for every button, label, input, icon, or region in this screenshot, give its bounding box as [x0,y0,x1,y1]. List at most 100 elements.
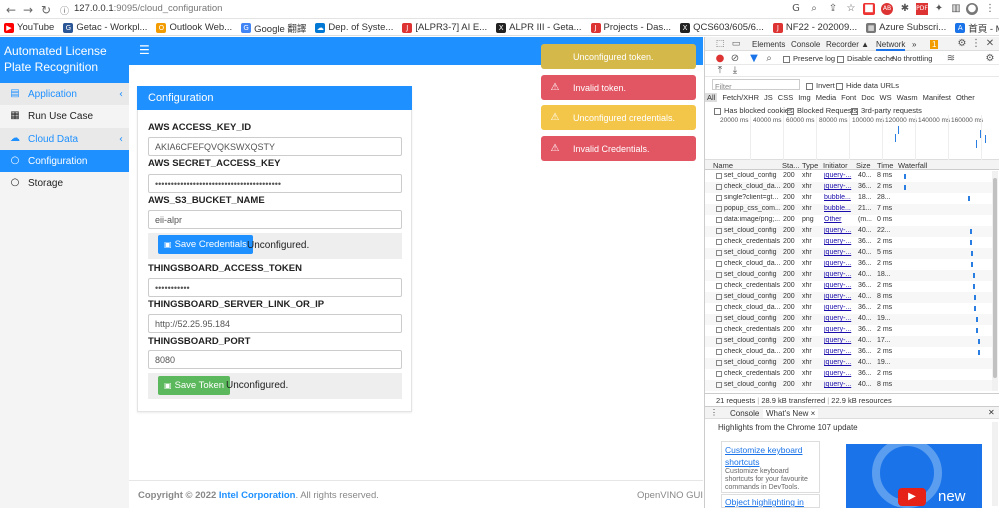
cell-initiator[interactable]: bubble... [824,194,856,201]
cell-initiator[interactable]: jquery-... [824,271,856,278]
whats-new-card-title[interactable]: Customize keyboard shortcuts [725,444,816,468]
table-row[interactable]: set_cloud_config 200 xhr jquery-... 40... 19.… [705,314,992,325]
col-initiator[interactable]: Initiator [823,161,848,170]
bookmark-item[interactable]: J NF22 - 202009... [772,19,857,35]
bookmark-item[interactable]: O Outlook Web... [156,19,232,35]
scrollbar-thumb[interactable] [993,178,997,378]
table-row[interactable]: single?client=gt... 200 xhr bubble... 18... 2… [705,193,992,204]
cell-initiator[interactable]: jquery-... [824,359,856,366]
type-filter-wasm[interactable]: Wasm [897,93,918,102]
nav-cloud-data[interactable]: ☁ Cloud Data ‹ [0,128,129,150]
company-link[interactable]: Intel Corporation [219,490,296,501]
type-filter-ws[interactable]: WS [880,93,892,102]
cell-initiator[interactable]: jquery-... [824,370,856,377]
type-filter-other[interactable]: Other [956,93,975,102]
table-row[interactable]: set_cloud_config 200 xhr jquery-... 40... 18.… [705,270,992,281]
table-row[interactable]: set_cloud_config 200 xhr jquery-... 40... 17.… [705,336,992,347]
close-icon[interactable]: ✕ [984,38,996,50]
preserve-log-checkbox[interactable]: Preserve log [783,54,835,63]
zoom-icon[interactable]: ⌕ [808,3,820,15]
cell-initiator[interactable]: jquery-... [824,304,856,311]
bookmark-item[interactable]: A首頁 - Microso... [955,19,999,35]
nav-configuration[interactable]: ○ Configuration [0,150,129,172]
type-filter-manifest[interactable]: Manifest [923,93,951,102]
type-filter-img[interactable]: Img [798,93,811,102]
devtools-tab-more[interactable]: » [912,40,916,49]
bookmark-item[interactable]: X ALPR III - Geta... [496,19,582,35]
bookmark-item[interactable]: ▶ YouTube [4,19,54,35]
cell-initiator[interactable]: jquery-... [824,238,856,245]
reload-icon[interactable]: ↻ [41,3,51,17]
third-party-checkbox[interactable]: 3rd-party requests [851,106,922,115]
blocked-requests-checkbox[interactable]: Blocked Requests [787,106,857,115]
inspect-element-icon[interactable]: ⬚ [714,38,726,50]
wifi-icon[interactable]: ≋ [945,53,957,65]
table-row[interactable]: check_credentials 200 xhr jquery-... 36... 2 … [705,281,992,292]
whats-new-card-object-highlighting[interactable]: Object highlighting in the [721,494,820,508]
toast-unconfigured-token[interactable]: Unconfigured token. [541,44,696,69]
back-icon[interactable]: ← [6,3,16,17]
cell-initiator[interactable]: jquery-... [824,172,856,179]
bookmark-item[interactable]: J Projects - Das... [590,19,671,35]
site-info-icon[interactable]: ⓘ [60,4,69,17]
drawer-close-icon[interactable]: ✕ [988,408,995,417]
blocked-cookies-checkbox[interactable]: Has blocked cookies [714,106,793,115]
kebab-menu-icon[interactable]: ⋮ [970,38,982,50]
drawer-tab-console[interactable]: Console [730,409,759,418]
extension-2-icon[interactable]: ✱ [899,3,911,15]
toast-invalid-token[interactable]: ⚠ Invalid token. [541,75,696,100]
youtube-play-icon[interactable]: ▶ [898,488,926,506]
col-time[interactable]: Time [877,161,893,170]
nav-storage[interactable]: ○ Storage [0,172,129,194]
col-name[interactable]: Name [713,161,733,170]
table-row[interactable]: popup_css_com... 200 xhr bubble... 21... 7 ms [705,204,992,215]
save-token-button[interactable]: ▣ Save Token [158,376,231,395]
hamburger-menu-icon[interactable]: ☰ [139,43,150,57]
table-row[interactable]: set_cloud_config 200 xhr jquery-... 40... 8 m… [705,380,992,391]
cell-initiator[interactable]: jquery-... [824,249,856,256]
google-lens-icon[interactable]: G [790,3,802,15]
hide-data-urls-checkbox[interactable]: Hide data URLs [836,81,899,90]
table-row[interactable]: data:image/png;... 200 png Other (m... 0 ms [705,215,992,226]
bookmark-star-icon[interactable]: ☆ [845,3,857,15]
cell-initiator[interactable]: jquery-... [824,227,856,234]
settings-gear-icon[interactable]: ⚙ [956,38,968,50]
import-har-icon[interactable]: ⤒ [714,65,726,77]
address-bar[interactable]: 127.0.0.1:9095/cloud_configuration [74,3,222,14]
kebab-menu-icon[interactable]: ⋮ [984,3,996,15]
type-filter-css[interactable]: CSS [778,93,793,102]
table-row[interactable]: check_cloud_da... 200 xhr jquery-... 36... 2 … [705,303,992,314]
cell-initiator[interactable]: jquery-... [824,293,856,300]
type-filter-js[interactable]: JS [764,93,773,102]
save-credentials-button[interactable]: ▣ Save Credentials [158,235,253,254]
bookmark-item[interactable]: X QCS603/605/6... [680,19,764,35]
table-row[interactable]: set_cloud_config 200 xhr jquery-... 40... 8 m… [705,171,992,182]
table-row[interactable]: set_cloud_config 200 xhr jquery-... 40... 19.… [705,358,992,369]
col-size[interactable]: Size [856,161,871,170]
type-filter-all[interactable]: All [705,93,718,102]
toast-unconfigured-credentials[interactable]: ⚠ Unconfigured credentials. [541,105,696,130]
table-row[interactable]: check_cloud_da... 200 xhr jquery-... 36... 2 … [705,259,992,270]
devtools-tab-elements[interactable]: Elements [752,40,785,49]
invert-checkbox[interactable]: Invert [806,81,835,90]
sidepanel-icon[interactable]: ▥ [950,3,962,15]
table-row[interactable]: set_cloud_config 200 xhr jquery-... 40... 8 m… [705,292,992,303]
table-row[interactable]: check_credentials 200 xhr jquery-... 36... 2 … [705,237,992,248]
drawer-scrollbar[interactable] [992,422,998,506]
cell-initiator[interactable]: jquery-... [824,326,856,333]
cell-initiator[interactable]: jquery-... [824,183,856,190]
cell-initiator[interactable]: jquery-... [824,260,856,267]
cell-initiator[interactable]: jquery-... [824,337,856,344]
nav-run-use-case[interactable]: ▦ Run Use Case [0,105,129,127]
cell-initiator[interactable]: jquery-... [824,348,856,355]
throttling-select[interactable]: No throttling [892,54,932,63]
whats-new-video-thumbnail[interactable]: ▶ new [846,444,982,508]
device-toolbar-icon[interactable]: ▭ [730,38,742,50]
search-icon[interactable]: ⌕ [763,53,775,65]
cell-initiator[interactable]: jquery-... [824,381,856,388]
bookmark-item[interactable]: J [ALPR3-7] AI E... [402,19,487,35]
bookmark-item[interactable]: G Google 翻譯 [241,19,306,35]
cell-initiator[interactable]: jquery-... [824,315,856,322]
nav-application[interactable]: ▤ Application ‹ [0,83,129,105]
toast-invalid-credentials[interactable]: ⚠ Invalid Credentials. [541,136,696,161]
